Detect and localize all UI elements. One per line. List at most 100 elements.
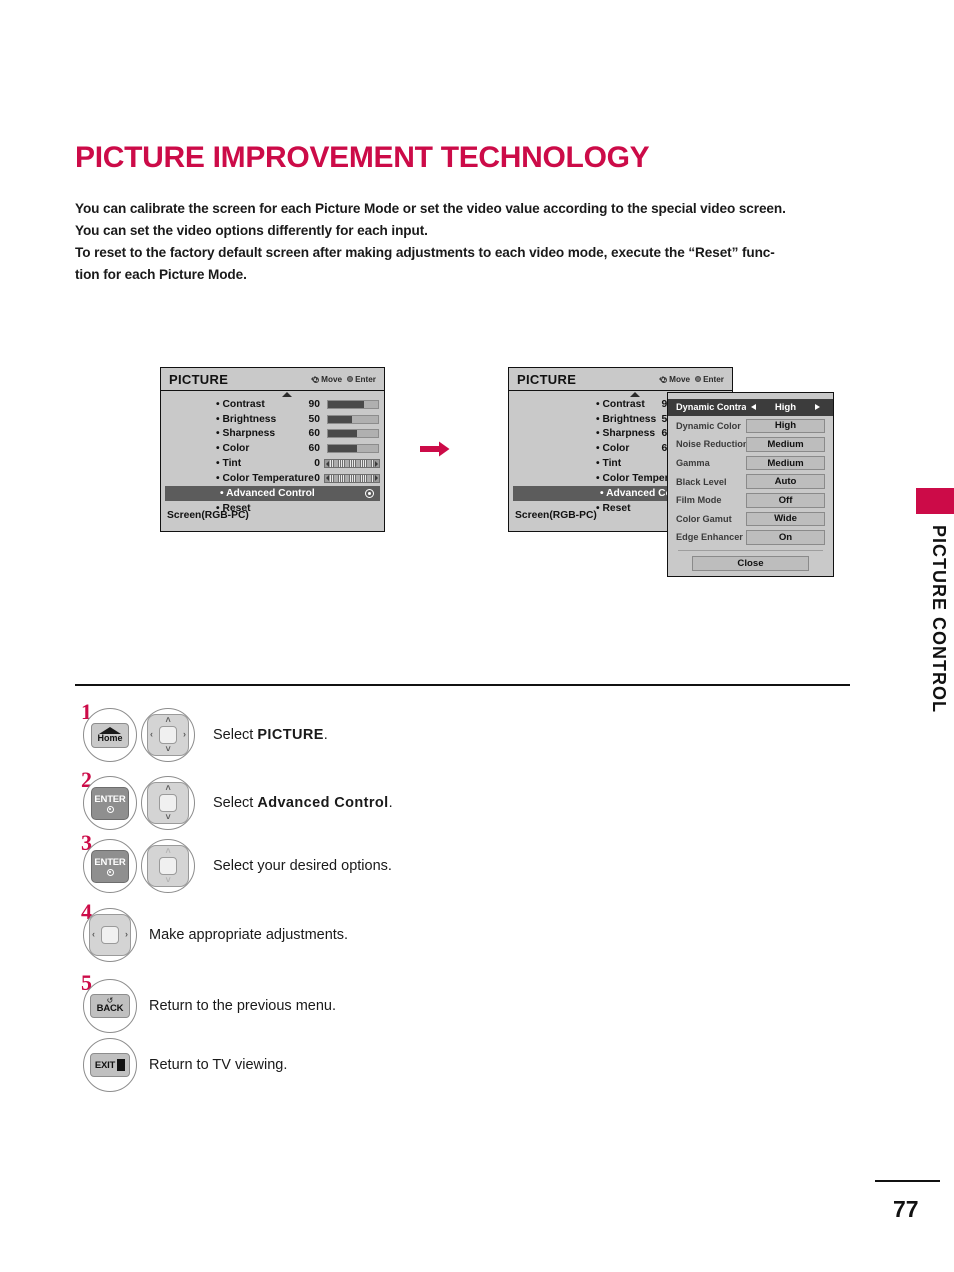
osd-left-move-hint: Move xyxy=(310,375,342,384)
adv-row-value[interactable]: High xyxy=(746,400,825,415)
osd-left-title-row: PICTURE Move Enter xyxy=(161,368,384,391)
row-label: • Contrast xyxy=(596,398,645,410)
adv-row-label: Black Level xyxy=(676,476,727,487)
adv-row-color-gamut[interactable]: Color Gamut Wide xyxy=(676,511,825,528)
adv-row-dynamic-color[interactable]: Dynamic Color High xyxy=(676,418,825,435)
close-button[interactable]: Close xyxy=(692,555,809,571)
dpad-face[interactable]: ˄ ˅ ‹ › xyxy=(147,714,189,756)
dpad-icon xyxy=(310,375,319,384)
dpad-up-icon[interactable]: ˄ xyxy=(166,784,171,793)
dpad-button-step2[interactable]: ˄ ˅ xyxy=(141,776,195,830)
adv-row-gamma[interactable]: Gamma Medium xyxy=(676,455,825,472)
dpad-button-step3[interactable]: ˄ ˅ xyxy=(141,839,195,893)
step-exit-text: Return to TV viewing. xyxy=(149,1057,288,1073)
dpad-center[interactable] xyxy=(159,726,177,744)
osd-left-move-label: Move xyxy=(321,374,343,384)
adv-row-value[interactable]: Wide xyxy=(746,511,825,527)
adv-row-film-mode[interactable]: Film Mode Off xyxy=(676,492,825,509)
osd-left-row-advanced-control[interactable]: • Advanced Control xyxy=(165,485,380,502)
step-1-text: Select PICTURE. xyxy=(213,727,328,743)
row-label: • Color Temperature xyxy=(216,472,314,484)
enter-button-step2[interactable]: ENTER xyxy=(83,776,137,830)
adv-row-value[interactable]: Off xyxy=(746,493,825,508)
right-arrow-icon xyxy=(375,460,378,467)
adv-row-label: Gamma xyxy=(676,458,710,469)
dpad-center[interactable] xyxy=(101,926,119,944)
osd-left-row-sharpness[interactable]: • Sharpness 60 xyxy=(161,427,384,442)
intro-line-4: tion for each Picture Mode. xyxy=(75,267,247,282)
home-button[interactable]: Home xyxy=(83,708,137,762)
osd-left-footer-label: Screen(RGB-PC) xyxy=(167,510,249,521)
osd-right-footer-label: Screen(RGB-PC) xyxy=(515,510,597,521)
row-slider[interactable] xyxy=(327,399,379,409)
back-key-face: ↺ BACK xyxy=(90,994,130,1018)
dpad-face[interactable]: ˄ ˅ xyxy=(147,845,189,887)
adv-row-black-level[interactable]: Black Level Auto xyxy=(676,473,825,490)
enter-dot-icon xyxy=(347,376,354,382)
osd-left-row-color-temperature[interactable]: • Color Temperature 0 xyxy=(161,471,384,486)
page-number: 77 xyxy=(893,1196,919,1222)
dpad-center[interactable] xyxy=(159,794,177,812)
step-2-text-tail: . xyxy=(388,795,393,811)
adv-row-edge-enhancer[interactable]: Edge Enhancer On xyxy=(676,529,825,546)
dpad-button-step1[interactable]: ˄ ˅ ‹ › xyxy=(141,708,195,762)
step-4-text: Make appropriate adjustments. xyxy=(149,927,349,943)
adv-row-value[interactable]: Medium xyxy=(746,455,825,471)
dpad-right-icon[interactable]: › xyxy=(125,930,128,939)
osd-left-row-brightness[interactable]: • Brightness 50 xyxy=(161,412,384,427)
dpad-button-step4[interactable]: ‹ › xyxy=(83,908,137,962)
adv-row-label: Film Mode xyxy=(676,495,722,506)
step-1-text-tail: . xyxy=(323,727,328,743)
dpad-up-icon[interactable]: ˄ xyxy=(166,847,171,856)
osd-left-row-contrast[interactable]: • Contrast 90 xyxy=(161,397,384,412)
row-label: • Reset xyxy=(596,503,631,515)
step-exit: EXIT Return to TV viewing. xyxy=(83,1038,287,1092)
adv-row-value[interactable]: Auto xyxy=(746,474,825,489)
adv-row-value[interactable]: On xyxy=(746,530,825,545)
dpad-face[interactable]: ‹ › xyxy=(89,914,131,956)
osd-left-enter-hint: Enter xyxy=(347,375,376,384)
row-value: 0 xyxy=(314,472,320,484)
step-2-text-plain: Select xyxy=(213,795,258,811)
osd-left-row-color[interactable]: • Color 60 xyxy=(161,441,384,456)
step-3: ENTER ˄ ˅ Select your desired options. xyxy=(83,839,392,893)
adv-row-noise-reduction[interactable]: Noise Reduction Medium xyxy=(676,436,825,453)
footer-rule xyxy=(875,1180,940,1182)
dpad-left-icon[interactable]: ‹ xyxy=(150,730,153,739)
dpad-left-icon[interactable]: ‹ xyxy=(92,930,95,939)
enter-key-face: ENTER xyxy=(91,849,129,883)
adv-row-value[interactable]: Medium xyxy=(746,437,825,452)
right-arrow-icon[interactable] xyxy=(815,404,820,411)
enter-button-step3[interactable]: ENTER xyxy=(83,839,137,893)
dpad-down-icon[interactable]: ˅ xyxy=(166,876,171,885)
step-2-text: Select Advanced Control. xyxy=(213,795,393,811)
dpad-face[interactable]: ˄ ˅ xyxy=(147,782,189,824)
osd-left-title: PICTURE xyxy=(169,371,229,387)
enter-key-face: ENTER xyxy=(91,786,129,820)
dpad-down-icon[interactable]: ˅ xyxy=(166,745,171,754)
intro-line-3: To reset to the factory default screen a… xyxy=(75,245,775,260)
tick-marks xyxy=(330,460,374,468)
exit-key-face: EXIT xyxy=(90,1053,130,1077)
dpad-up-icon[interactable]: ˄ xyxy=(166,716,171,725)
row-label: • Color Temper xyxy=(596,472,669,484)
dpad-down-icon[interactable]: ˅ xyxy=(166,813,171,822)
row-slider[interactable] xyxy=(327,414,379,424)
dpad-right-icon[interactable]: › xyxy=(183,730,186,739)
row-label: • Color xyxy=(216,443,250,455)
home-key-face: Home xyxy=(91,722,129,748)
adv-row-value[interactable]: High xyxy=(746,418,825,434)
exit-button[interactable]: EXIT xyxy=(83,1038,137,1092)
side-tab-accent xyxy=(916,488,954,514)
row-slider[interactable] xyxy=(327,444,379,454)
intro-line-1: You can calibrate the screen for each Pi… xyxy=(75,201,786,216)
left-arrow-icon[interactable] xyxy=(751,404,756,411)
row-tick-slider[interactable] xyxy=(324,473,380,483)
dpad-center[interactable] xyxy=(159,857,177,875)
row-tick-slider[interactable] xyxy=(324,459,380,469)
row-slider[interactable] xyxy=(327,429,379,439)
back-button[interactable]: ↺ BACK xyxy=(83,979,137,1033)
adv-row-dynamic-contrast[interactable]: Dynamic Contrast High xyxy=(668,399,833,416)
osd-left-body: • Contrast 90 • Brightness 50 • Sharpnes… xyxy=(161,391,384,521)
osd-left-row-tint[interactable]: • Tint 0 xyxy=(161,456,384,471)
